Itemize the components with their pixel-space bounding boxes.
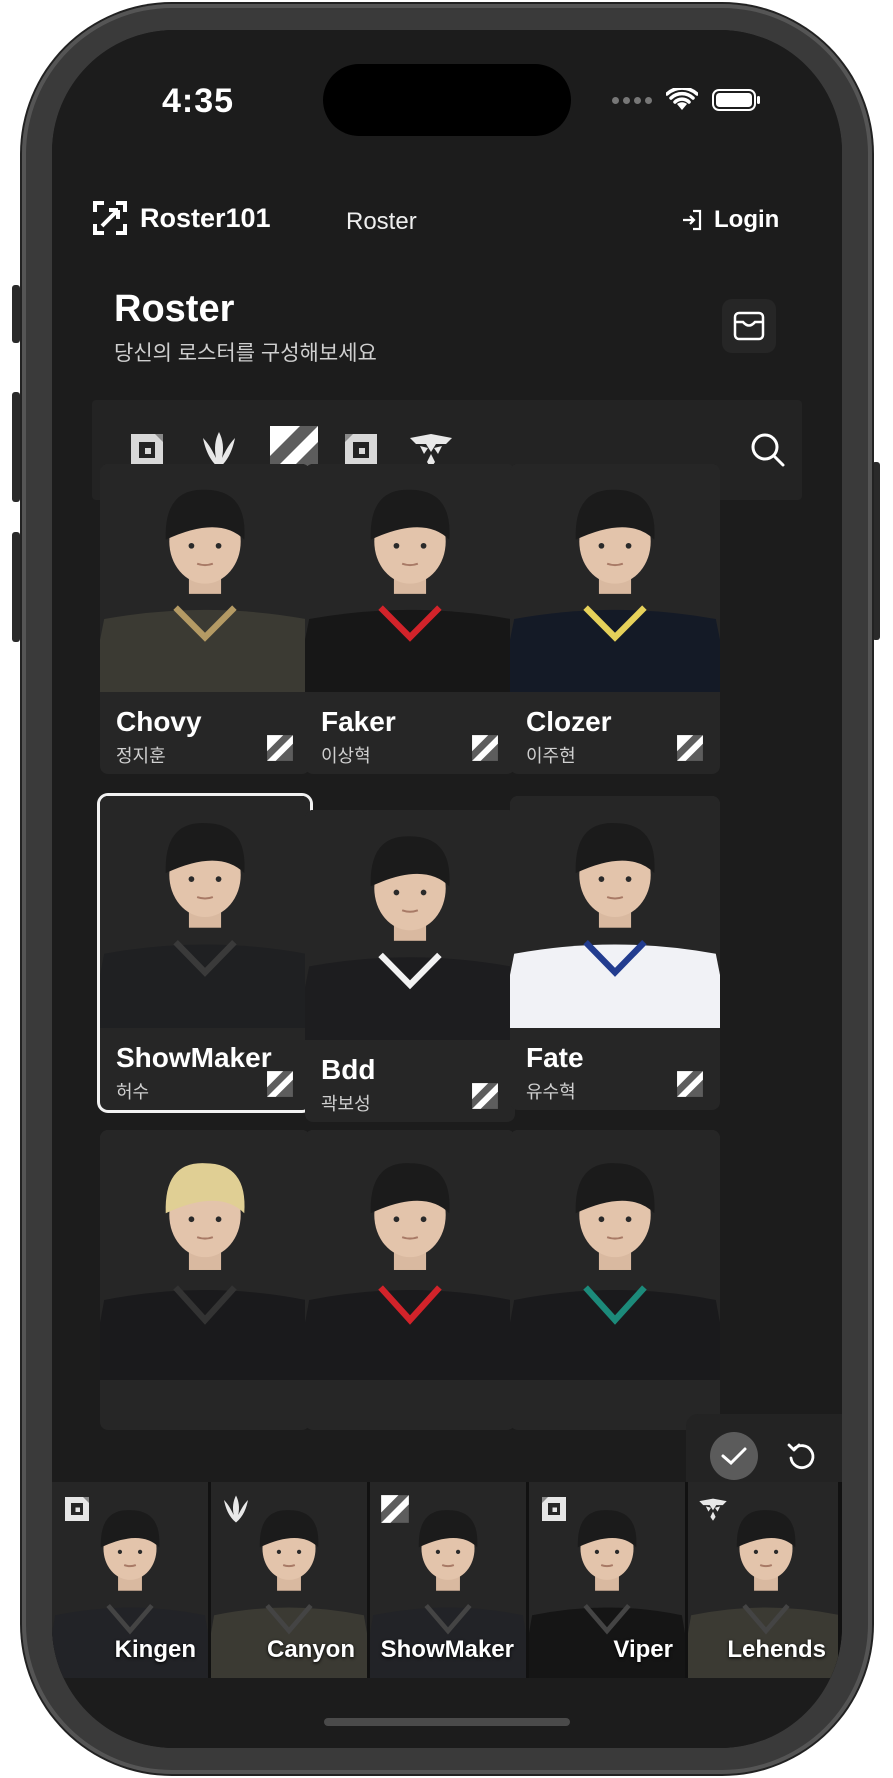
roster-player-name: Viper: [613, 1636, 673, 1663]
roster-slot[interactable]: Lehends: [688, 1482, 838, 1678]
search-icon: [751, 433, 785, 467]
player-photo: [100, 464, 310, 692]
player-photo: [305, 810, 515, 1040]
player-photo: [305, 1130, 515, 1380]
page-title: Roster: [114, 288, 235, 330]
player-photo: [510, 1130, 720, 1380]
player-photo: [510, 796, 720, 1028]
reset-icon: [787, 1443, 815, 1470]
nongshim-icon: [698, 1494, 728, 1524]
player-name: Bdd: [321, 1054, 376, 1085]
gen-g-alt-icon: [539, 1494, 569, 1524]
expand-icon: [93, 201, 127, 235]
volume-up-button: [12, 392, 20, 502]
t1-icon: [471, 734, 499, 762]
gen-g-icon: [62, 1494, 92, 1524]
player-card[interactable]: [305, 1130, 515, 1430]
app-header: Roster101 Roster Login: [52, 190, 842, 250]
confirm-button[interactable]: [710, 1432, 758, 1480]
kt-rolster-icon: [221, 1494, 251, 1524]
player-korean-name: 곽보성: [321, 1094, 371, 1114]
player-card[interactable]: Faker 이상혁: [305, 464, 515, 774]
player-card[interactable]: Chovy 정지훈: [100, 464, 310, 774]
player-name: ShowMaker: [116, 1042, 272, 1073]
status-icons: [612, 88, 762, 112]
player-card[interactable]: Bdd 곽보성: [305, 810, 515, 1122]
player-korean-name: 허수: [116, 1082, 150, 1102]
roster-player-name: ShowMaker: [380, 1636, 514, 1663]
player-card[interactable]: Fate 유수혁: [510, 796, 720, 1110]
login-button[interactable]: Login: [680, 206, 779, 234]
signal-icon: [612, 96, 652, 104]
roster-slot[interactable]: Viper: [529, 1482, 685, 1678]
battery-icon: [712, 89, 760, 111]
nav-roster[interactable]: Roster: [346, 208, 417, 236]
roster-slot[interactable]: Canyon: [211, 1482, 367, 1678]
player-card[interactable]: Clozer 이주현: [510, 464, 720, 774]
player-name: Clozer: [526, 706, 612, 737]
t1-icon: [676, 734, 704, 762]
wifi-icon: [666, 88, 698, 110]
t1-icon: [471, 1082, 499, 1110]
check-icon: [721, 1447, 747, 1466]
player-card[interactable]: [100, 1130, 310, 1430]
inbox-button[interactable]: [722, 299, 776, 353]
brand-logo[interactable]: Roster101: [92, 200, 271, 236]
brand-name: Roster101: [140, 202, 271, 233]
page-subtitle: 당신의 로스터를 구성해보세요: [114, 342, 377, 365]
roster-slot[interactable]: Kingen: [52, 1482, 208, 1678]
player-name: Chovy: [116, 706, 202, 737]
player-korean-name: 이주현: [526, 746, 576, 766]
player-name: Fate: [526, 1042, 584, 1073]
inbox-icon: [733, 311, 765, 341]
dynamic-island: [323, 64, 571, 136]
volume-down-button: [12, 532, 20, 642]
login-icon: [683, 209, 702, 231]
roster-slot[interactable]: ShowMaker: [370, 1482, 526, 1678]
phone-frame: 4:35 Roster101 Roster Login Roster 당신의 로…: [22, 4, 872, 1774]
player-photo: [305, 464, 515, 692]
roster-player-name: Canyon: [266, 1636, 355, 1663]
roster-player-name: Kingen: [114, 1636, 196, 1663]
t1-icon: [266, 734, 294, 762]
t1-icon: [380, 1494, 410, 1524]
player-card[interactable]: [510, 1130, 720, 1430]
action-button: [12, 285, 20, 343]
player-photo: [510, 464, 720, 692]
player-photo: [100, 1130, 310, 1380]
roster-player-name: Lehends: [727, 1636, 826, 1663]
player-card[interactable]: ShowMaker 허수: [100, 796, 310, 1110]
login-label: Login: [714, 206, 780, 233]
home-indicator: [324, 1718, 570, 1726]
player-photo: [100, 796, 310, 1028]
player-korean-name: 유수혁: [526, 1082, 576, 1102]
status-time: 4:35: [162, 82, 235, 120]
player-name: Faker: [321, 706, 396, 737]
player-korean-name: 정지훈: [116, 746, 166, 766]
search-button[interactable]: [747, 429, 789, 471]
app-screen: 4:35 Roster101 Roster Login Roster 당신의 로…: [52, 30, 842, 1748]
t1-icon: [266, 1070, 294, 1098]
selected-roster: Kingen Canyon ShowMaker Viper Lehends: [52, 1482, 842, 1678]
reset-button[interactable]: [782, 1436, 822, 1476]
player-korean-name: 이상혁: [321, 746, 371, 766]
t1-icon: [676, 1070, 704, 1098]
power-button: [872, 462, 880, 640]
